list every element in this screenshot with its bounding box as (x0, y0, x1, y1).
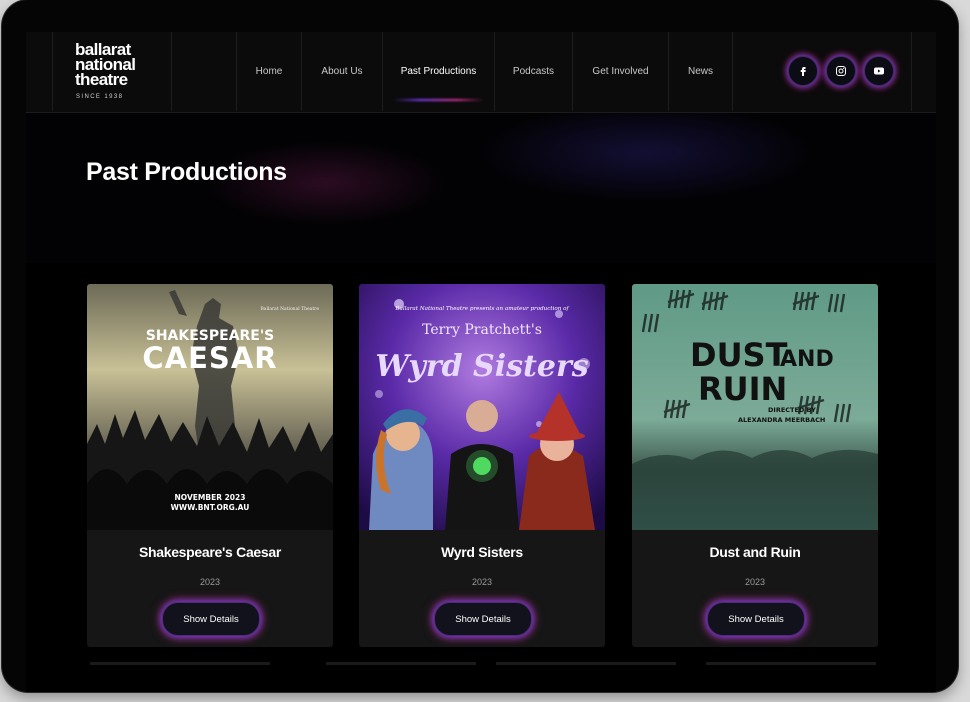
card-year: 2023 (471, 577, 493, 587)
poster-caesar-corner: Ballarat National Theatre (260, 306, 319, 312)
page-title: Past Productions (86, 158, 287, 186)
poster-dust-word3: RUIN (698, 370, 787, 408)
show-details-button[interactable]: Show Details (162, 602, 260, 636)
instagram-button[interactable] (826, 56, 856, 86)
card-title: Dust and Ruin (709, 544, 801, 560)
youtube-button[interactable] (864, 56, 894, 86)
poster-dust-word1: DUST (690, 336, 788, 374)
card-title: Wyrd Sisters (441, 544, 523, 560)
browser-viewport: ballarat national theatre SINCE 1938 Hom… (26, 32, 936, 692)
poster-caesar-line2: CAESAR (142, 341, 277, 375)
instagram-icon (836, 66, 846, 76)
production-card: Ballarat National Theatre presents an am… (359, 284, 605, 647)
next-row-peek (706, 662, 876, 665)
poster-wyrd-title: Wyrd Sisters (375, 349, 588, 384)
logo-wordmark: ballarat national theatre (75, 40, 136, 89)
card-year: 2023 (744, 577, 766, 587)
site-header: ballarat national theatre SINCE 1938 Hom… (26, 32, 936, 113)
facebook-icon (800, 67, 806, 76)
card-title: Shakespeare's Caesar (138, 544, 282, 560)
nav-get-involved[interactable]: Get Involved (572, 32, 668, 111)
social-links (788, 56, 894, 86)
poster-dust-and-ruin[interactable]: DUST AND RUIN DIRECTED BY ALEXANDRA MEER… (632, 284, 878, 530)
poster-dust-directed: DIRECTED BY (768, 406, 816, 414)
poster-caesar-url: WWW.BNT.ORG.AU (171, 503, 250, 512)
poster-caesar-date: NOVEMBER 2023 (175, 493, 246, 502)
main-nav: Home About Us Past Productions Podcasts … (236, 32, 733, 111)
nav-news[interactable]: News (668, 32, 733, 111)
logo-link[interactable]: ballarat national theatre SINCE 1938 (52, 32, 172, 111)
header-divider (911, 32, 912, 111)
youtube-icon (874, 67, 884, 75)
poster-wyrd-tagline: Ballarat National Theatre presents an am… (394, 306, 569, 312)
show-details-button[interactable]: Show Details (707, 602, 805, 636)
production-card: SHAKESPEARE'S CAESAR NOVEMBER 2023 WWW.B… (87, 284, 333, 647)
poster-dust-word2: AND (780, 347, 834, 372)
production-card: DUST AND RUIN DIRECTED BY ALEXANDRA MEER… (632, 284, 878, 647)
productions-grid: SHAKESPEARE'S CAESAR NOVEMBER 2023 WWW.B… (87, 284, 878, 647)
nav-podcasts[interactable]: Podcasts (494, 32, 572, 111)
nav-past-productions[interactable]: Past Productions (382, 32, 494, 111)
facebook-button[interactable] (788, 56, 818, 86)
poster-dust-director: ALEXANDRA MEERBACH (738, 416, 825, 424)
show-details-button[interactable]: Show Details (434, 602, 532, 636)
card-year: 2023 (199, 577, 221, 587)
poster-wyrd-author: Terry Pratchett's (422, 322, 542, 338)
nav-home[interactable]: Home (236, 32, 301, 111)
poster-caesar[interactable]: SHAKESPEARE'S CAESAR NOVEMBER 2023 WWW.B… (87, 284, 333, 530)
next-row-peek (90, 662, 270, 665)
page-hero: Past Productions (26, 113, 936, 263)
next-row-peek (326, 662, 476, 665)
next-row-peek (496, 662, 676, 665)
device-frame: ballarat national theatre SINCE 1938 Hom… (2, 0, 958, 692)
nav-about-us[interactable]: About Us (301, 32, 382, 111)
logo-since-label: SINCE 1938 (76, 94, 124, 100)
poster-wyrd-sisters[interactable]: Ballarat National Theatre presents an am… (359, 284, 605, 530)
